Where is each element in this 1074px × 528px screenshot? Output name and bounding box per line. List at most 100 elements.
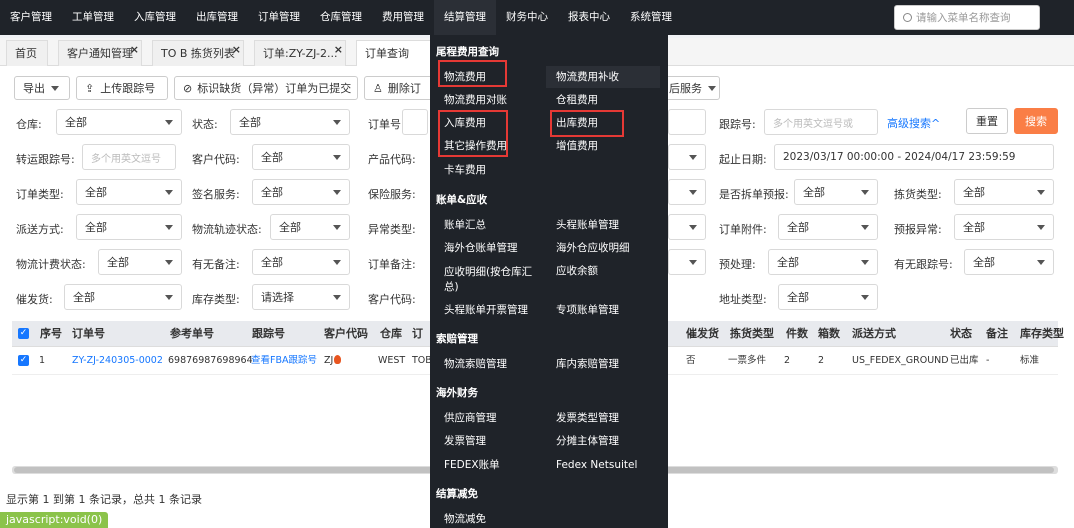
export-button[interactable]: 导出 (14, 76, 70, 100)
menu-logistics-relief[interactable]: 物流减免 (444, 513, 486, 526)
close-icon[interactable]: × (334, 41, 343, 63)
nav-finance[interactable]: 财务中心 (496, 0, 558, 35)
stock-type-select[interactable]: 请选择 (252, 284, 350, 310)
menu-fedex-netsuite[interactable]: Fedex Netsuitel (556, 459, 637, 472)
address-type-select[interactable]: 全部 (778, 284, 878, 310)
pick-type-select[interactable]: 全部 (954, 179, 1054, 205)
close-icon[interactable]: × (232, 41, 241, 63)
split-forecast-select[interactable]: 全部 (794, 179, 878, 205)
menu-invoice-type[interactable]: 发票类型管理 (556, 412, 619, 425)
abnormal-type-select[interactable] (668, 214, 706, 240)
product-code-input-edge[interactable] (668, 109, 706, 135)
menu-logistics-fee-supplement[interactable]: 物流费用补收 (556, 71, 619, 84)
order-remark-label: 订单备注: (368, 258, 416, 271)
menu-logistics-claim[interactable]: 物流索赔管理 (444, 358, 507, 371)
insurance-select[interactable] (668, 179, 706, 205)
billing-status-select[interactable]: 全部 (98, 249, 182, 275)
attachment-select[interactable]: 全部 (778, 214, 878, 240)
order-type-value: 全部 (85, 186, 107, 199)
date-range-input[interactable]: 2023/03/17 00:00:00 - 2024/04/17 23:59:5… (774, 144, 1054, 170)
tab-order-detail[interactable]: 订单:ZY-ZJ-2... × (254, 40, 346, 66)
search-button[interactable]: 搜索 (1014, 108, 1058, 134)
menu-headhaul-bill[interactable]: 头程账单管理 (556, 219, 619, 232)
nav-customer[interactable]: 客户管理 (0, 0, 62, 35)
preprocess-select[interactable]: 全部 (768, 249, 878, 275)
menu-overseas-bill[interactable]: 海外仓账单管理 (444, 242, 518, 255)
menu-logistics-fee-reconcile[interactable]: 物流费用对账 (444, 94, 507, 107)
cell-tracking-link[interactable]: 查看FBA跟踪号 (251, 347, 317, 375)
row-checkbox[interactable]: ✓ (18, 355, 29, 366)
menu-receivable-by-warehouse[interactable]: 应收明细(按仓库汇总) (444, 265, 544, 295)
nav-inbound[interactable]: 入库管理 (124, 0, 186, 35)
nav-fee[interactable]: 费用管理 (372, 0, 434, 35)
menu-invoice[interactable]: 发票管理 (444, 435, 486, 448)
nav-warehouse[interactable]: 仓库管理 (310, 0, 372, 35)
urge-select[interactable]: 全部 (64, 284, 182, 310)
order-no-input[interactable] (402, 109, 428, 135)
menu-fedex-bill[interactable]: FEDEX账单 (444, 459, 500, 472)
nav-outbound[interactable]: 出库管理 (186, 0, 248, 35)
cell-boxes: 2 (818, 355, 825, 366)
has-remark-value: 全部 (261, 256, 283, 269)
tab-tob-pick[interactable]: TO B 拣货列表 × (152, 40, 244, 66)
menu-search-input[interactable]: 请输入菜单名称查询 (894, 5, 1040, 30)
mark-abnormal-button[interactable]: ⊘ 标识缺货（异常）订单为已提交 (174, 76, 358, 100)
nav-order[interactable]: 订单管理 (248, 0, 310, 35)
menu-bill-summary[interactable]: 账单汇总 (444, 219, 486, 232)
customer-code-select[interactable]: 全部 (252, 144, 350, 170)
tab-customer-notice[interactable]: 客户通知管理 × (58, 40, 142, 66)
no-tracking-select[interactable]: 全部 (964, 249, 1054, 275)
th-pick-type: 拣货类型 (730, 327, 774, 340)
tracking-input[interactable]: 多个用英文逗号或 (764, 109, 878, 135)
product-code-select[interactable] (668, 144, 706, 170)
advanced-search-link[interactable]: 高级搜索^ (887, 115, 940, 131)
transfer-tracking-input[interactable]: 多个用英文逗号 (82, 144, 176, 170)
track-status-select[interactable]: 全部 (270, 214, 350, 240)
select-all-checkbox[interactable]: ✓ (18, 328, 29, 339)
no-tracking-value: 全部 (973, 256, 995, 269)
th-boxes: 箱数 (818, 327, 840, 340)
menu-warehouse-claim[interactable]: 库内索赔管理 (556, 358, 619, 371)
menu-overseas-receivable[interactable]: 海外仓应收明细 (556, 242, 630, 255)
upload-tracking-button[interactable]: ⇪ 上传跟踪号 (76, 76, 168, 100)
after-sales-button[interactable]: 后服务 (660, 76, 720, 100)
th-urge: 催发货 (686, 327, 719, 340)
menu-value-added-fee[interactable]: 增值费用 (556, 140, 598, 153)
order-type-select[interactable]: 全部 (76, 179, 182, 205)
section-overseas-finance: 海外财务 (436, 387, 478, 399)
delete-button[interactable]: ♙ 删除订 (364, 76, 434, 100)
menu-supplier[interactable]: 供应商管理 (444, 412, 497, 425)
check-circle-icon: ⊘ (183, 81, 193, 95)
status-select[interactable]: 全部 (230, 109, 350, 135)
menu-storage-fee[interactable]: 仓租费用 (556, 94, 598, 107)
insurance-label: 保险服务: (368, 188, 416, 201)
menu-headhaul-invoice[interactable]: 头程账单开票管理 (444, 304, 528, 317)
pick-type-label: 拣货类型: (894, 188, 942, 201)
caret-down-icon (689, 260, 697, 265)
warehouse-select[interactable]: 全部 (56, 109, 182, 135)
has-remark-select[interactable]: 全部 (252, 249, 350, 275)
menu-special-bill[interactable]: 专项账单管理 (556, 304, 619, 317)
nav-report[interactable]: 报表中心 (558, 0, 620, 35)
menu-allocation-entity[interactable]: 分摊主体管理 (556, 435, 619, 448)
reset-button[interactable]: 重置 (966, 108, 1008, 134)
menu-receivable-balance[interactable]: 应收余额 (556, 265, 598, 278)
customer-code-label: 客户代码: (192, 153, 240, 166)
dispatch-select[interactable]: 全部 (76, 214, 182, 240)
order-type-label: 订单类型: (16, 188, 64, 201)
nav-settlement[interactable]: 结算管理 (434, 0, 496, 35)
menu-truck-fee[interactable]: 卡车费用 (444, 164, 486, 177)
tab-order-query[interactable]: 订单查询 (356, 40, 432, 66)
signature-value: 全部 (261, 186, 283, 199)
order-remark-select[interactable] (668, 249, 706, 275)
signature-select[interactable]: 全部 (252, 179, 350, 205)
cell-order-no[interactable]: ZY-ZJ-240305-0002 (72, 347, 163, 375)
caret-down-icon (861, 295, 869, 300)
nav-ticket[interactable]: 工单管理 (62, 0, 124, 35)
close-icon[interactable]: × (130, 41, 139, 63)
forecast-abnormal-select[interactable]: 全部 (954, 214, 1054, 240)
date-range-value: 2023/03/17 00:00:00 - 2024/04/17 23:59:5… (783, 151, 1016, 163)
nav-system[interactable]: 系统管理 (620, 0, 682, 35)
caret-down-icon (165, 190, 173, 195)
tab-home[interactable]: 首页 (6, 40, 48, 66)
